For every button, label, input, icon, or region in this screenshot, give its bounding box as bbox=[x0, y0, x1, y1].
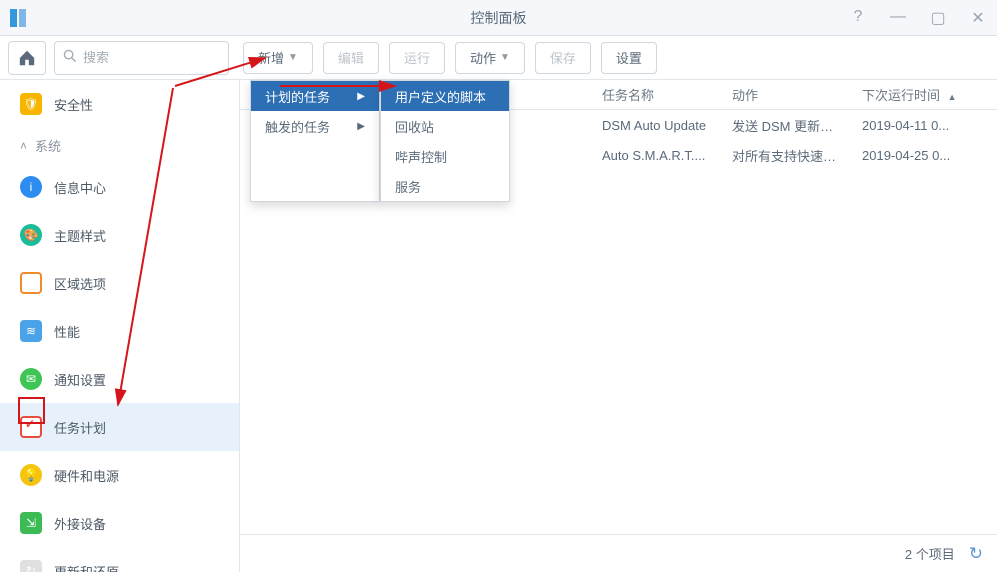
menu-item-beep[interactable]: 哔声控制 bbox=[381, 141, 509, 171]
notify-icon: ✉ bbox=[20, 368, 42, 390]
settings-button[interactable]: 设置 bbox=[601, 42, 657, 74]
minimize-icon[interactable]: — bbox=[883, 8, 913, 28]
shield-icon: 🛡 bbox=[20, 93, 42, 115]
menu-item-recycle[interactable]: 回收站 bbox=[381, 111, 509, 141]
sidebar-item-info[interactable]: i信息中心 bbox=[0, 163, 239, 211]
cell-action: 发送 DSM 更新通知 bbox=[720, 116, 850, 135]
menu-item-scheduled[interactable]: 计划的任务 ▶ bbox=[251, 81, 379, 111]
theme-icon: 🎨 bbox=[20, 224, 42, 246]
cell-action: 对所有支持快速检... bbox=[720, 146, 850, 165]
close-icon[interactable]: ✕ bbox=[963, 8, 993, 28]
header-bar: 新增 ▼ 编辑 运行 动作 ▼ 保存 设置 bbox=[0, 36, 997, 80]
external-icon: ⇲ bbox=[20, 512, 42, 534]
cell-time: 2019-04-25 0... bbox=[850, 148, 997, 163]
home-icon bbox=[18, 49, 36, 67]
add-submenu: 用户定义的脚本 回收站 哔声控制 服务 bbox=[380, 80, 510, 202]
menu-item-user-script[interactable]: 用户定义的脚本 bbox=[381, 81, 509, 111]
add-menu: 计划的任务 ▶ 触发的任务 ▶ bbox=[250, 80, 380, 202]
sidebar-item-perf[interactable]: ≋性能 bbox=[0, 307, 239, 355]
action-button[interactable]: 动作 ▼ bbox=[455, 42, 525, 74]
home-button[interactable] bbox=[8, 41, 46, 75]
col-name[interactable]: 任务名称 bbox=[590, 85, 720, 104]
cell-name: DSM Auto Update bbox=[590, 118, 720, 133]
sidebar-item-external[interactable]: ⇲外接设备 bbox=[0, 499, 239, 547]
sidebar-item-notify[interactable]: ✉通知设置 bbox=[0, 355, 239, 403]
region-icon bbox=[20, 272, 42, 294]
chevron-right-icon: ▶ bbox=[357, 121, 365, 132]
search-input[interactable] bbox=[83, 50, 220, 65]
run-button[interactable]: 运行 bbox=[389, 42, 445, 74]
search-icon bbox=[63, 49, 77, 66]
edit-button[interactable]: 编辑 bbox=[323, 42, 379, 74]
col-time[interactable]: 下次运行时间 ▲ bbox=[850, 85, 997, 104]
item-count: 2 个项目 bbox=[905, 544, 955, 563]
sidebar-item-update[interactable]: ↻更新和还原 bbox=[0, 547, 239, 572]
content-area: 任务名称 动作 下次运行时间 ▲ 动更新 DSM Auto Update 发送 … bbox=[240, 80, 997, 572]
update-icon: ↻ bbox=[20, 560, 42, 572]
sidebar-item-hardware[interactable]: 💡硬件和电源 bbox=[0, 451, 239, 499]
title-bar: 控制面板 ? — ▢ ✕ bbox=[0, 0, 997, 36]
add-button-label: 新增 bbox=[258, 48, 284, 67]
sidebar-item-label: 安全性 bbox=[54, 95, 93, 114]
search-box[interactable] bbox=[54, 41, 229, 75]
task-icon bbox=[20, 416, 42, 438]
action-button-label: 动作 bbox=[470, 48, 496, 67]
sidebar-item-theme[interactable]: 🎨主题样式 bbox=[0, 211, 239, 259]
chevron-right-icon: ▶ bbox=[357, 91, 365, 102]
chevron-down-icon: ▼ bbox=[500, 52, 510, 63]
chevron-up-icon: ˄ bbox=[20, 139, 27, 153]
sort-asc-icon: ▲ bbox=[948, 92, 957, 102]
cell-time: 2019-04-11 0... bbox=[850, 118, 997, 133]
save-button[interactable]: 保存 bbox=[535, 42, 591, 74]
help-icon[interactable]: ? bbox=[843, 8, 873, 28]
sidebar-item-region[interactable]: 区域选项 bbox=[0, 259, 239, 307]
reload-icon[interactable]: ↻ bbox=[969, 544, 983, 564]
sidebar-item-security[interactable]: 🛡 安全性 bbox=[0, 84, 239, 124]
chevron-down-icon: ▼ bbox=[288, 52, 298, 63]
cell-name: Auto S.M.A.R.T.... bbox=[590, 148, 720, 163]
col-action[interactable]: 动作 bbox=[720, 85, 850, 104]
add-button[interactable]: 新增 ▼ bbox=[243, 42, 313, 74]
sidebar-item-task[interactable]: 任务计划 bbox=[0, 403, 239, 451]
sidebar-group-system[interactable]: ˄ 系统 bbox=[0, 124, 239, 163]
menu-item-triggered[interactable]: 触发的任务 ▶ bbox=[251, 111, 379, 141]
perf-icon: ≋ bbox=[20, 320, 42, 342]
info-icon: i bbox=[20, 176, 42, 198]
maximize-icon[interactable]: ▢ bbox=[923, 8, 953, 28]
sidebar: 🛡 安全性 ˄ 系统 i信息中心 🎨主题样式 区域选项 ≋性能 ✉通知设置 任务… bbox=[0, 80, 240, 572]
menu-item-service[interactable]: 服务 bbox=[381, 171, 509, 201]
hardware-icon: 💡 bbox=[20, 464, 42, 486]
sidebar-group-label: 系统 bbox=[35, 136, 61, 155]
status-bar: 2 个项目 ↻ bbox=[240, 534, 997, 572]
